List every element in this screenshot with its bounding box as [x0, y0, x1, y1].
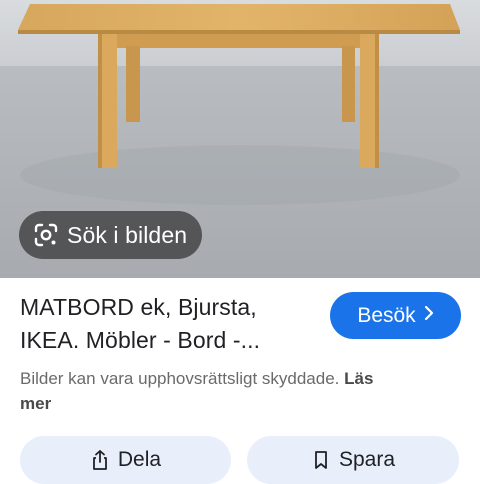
chevron-right-icon	[424, 305, 434, 326]
save-label: Spara	[338, 448, 396, 471]
copyright-notice: Bilder kan vara upphovsrättsligt skyddad…	[20, 366, 470, 416]
share-button[interactable]: Dela	[20, 436, 231, 484]
product-image[interactable]: Sök i bilden	[0, 0, 480, 278]
bookmark-icon	[311, 449, 331, 471]
search-in-image-button[interactable]: Sök i bilden	[19, 211, 202, 259]
search-in-image-label: Sök i bilden	[67, 221, 188, 248]
result-title-line-2: IKEA. Möbler - Bord -...	[20, 327, 261, 353]
visit-label: Besök	[357, 303, 416, 327]
result-title[interactable]: MATBORD ek, Bjursta, IKEA. Möbler - Bord…	[20, 291, 320, 357]
share-label: Dela	[117, 448, 162, 471]
google-lens-icon	[33, 222, 59, 248]
visit-button[interactable]: Besök	[330, 292, 461, 339]
save-button[interactable]: Spara	[247, 436, 459, 484]
result-title-line-1: MATBORD ek, Bjursta,	[20, 294, 257, 320]
share-icon	[90, 449, 110, 471]
copyright-text: Bilder kan vara upphovsrättsligt skyddad…	[20, 369, 340, 388]
